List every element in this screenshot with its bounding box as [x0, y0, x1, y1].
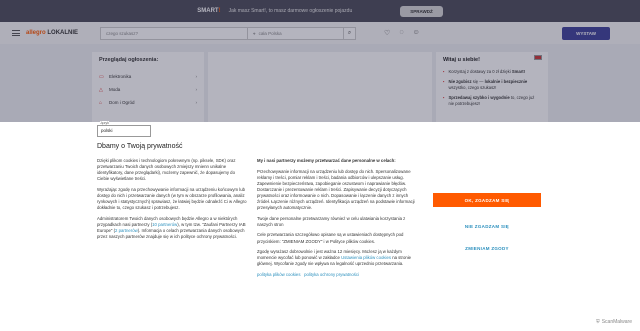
- consent-paragraph: Dzięki plikom cookies i technologiom pok…: [97, 158, 236, 182]
- consent-paragraph: Wyrażając zgodę na przechowywanie inform…: [97, 186, 247, 211]
- consent-paragraph: Cele przetwarzania szczegółowo opisane s…: [257, 232, 404, 244]
- language-select[interactable]: Język polski: [97, 121, 151, 137]
- policy-links: polityka plików cookies polityka ochrony…: [257, 272, 415, 278]
- consent-paragraph: Zgodę wyrażasz dobrowolnie i jest ważna …: [257, 249, 412, 267]
- cookie-settings-link[interactable]: Ustawienia plików cookies: [341, 255, 391, 260]
- purposes-heading: My i nasi partnerzy możemy przetwarzać d…: [257, 158, 396, 163]
- reject-button[interactable]: NIE ZGADZAM SIĘ: [433, 219, 541, 233]
- language-label: Język: [100, 121, 109, 125]
- consent-column-left: Dzięki plikom cookies i technologiom pok…: [97, 158, 247, 245]
- watermark: ⛨ ScanMalware: [595, 319, 632, 325]
- consent-column-right: My i nasi partnerzy możemy przetwarzać d…: [257, 158, 415, 283]
- cookies-policy-link[interactable]: polityka plików cookies: [257, 272, 300, 277]
- consent-paragraph: Twoje dane personalne przetwarzamy równi…: [257, 215, 406, 227]
- change-consents-button[interactable]: ZMIENIAM ZGODY: [433, 241, 541, 255]
- accept-button[interactable]: OK, ZGADZAM SIĘ: [433, 193, 541, 207]
- iab-partners-link[interactable]: 2 partnerów: [115, 228, 138, 233]
- consent-paragraph: Administratorem Twoich danych osobowych …: [97, 215, 246, 240]
- consent-title: Dbamy o Twoją prywatność: [97, 143, 183, 150]
- shield-icon: ⛨: [595, 319, 600, 325]
- consent-paragraph: Przechowywanie informacji na urządzeniu …: [257, 168, 415, 211]
- privacy-policy-link[interactable]: polityka ochrony prywatności: [304, 272, 359, 277]
- partners-link[interactable]: 10 partnerów: [152, 222, 177, 227]
- modal-backdrop: [0, 0, 640, 122]
